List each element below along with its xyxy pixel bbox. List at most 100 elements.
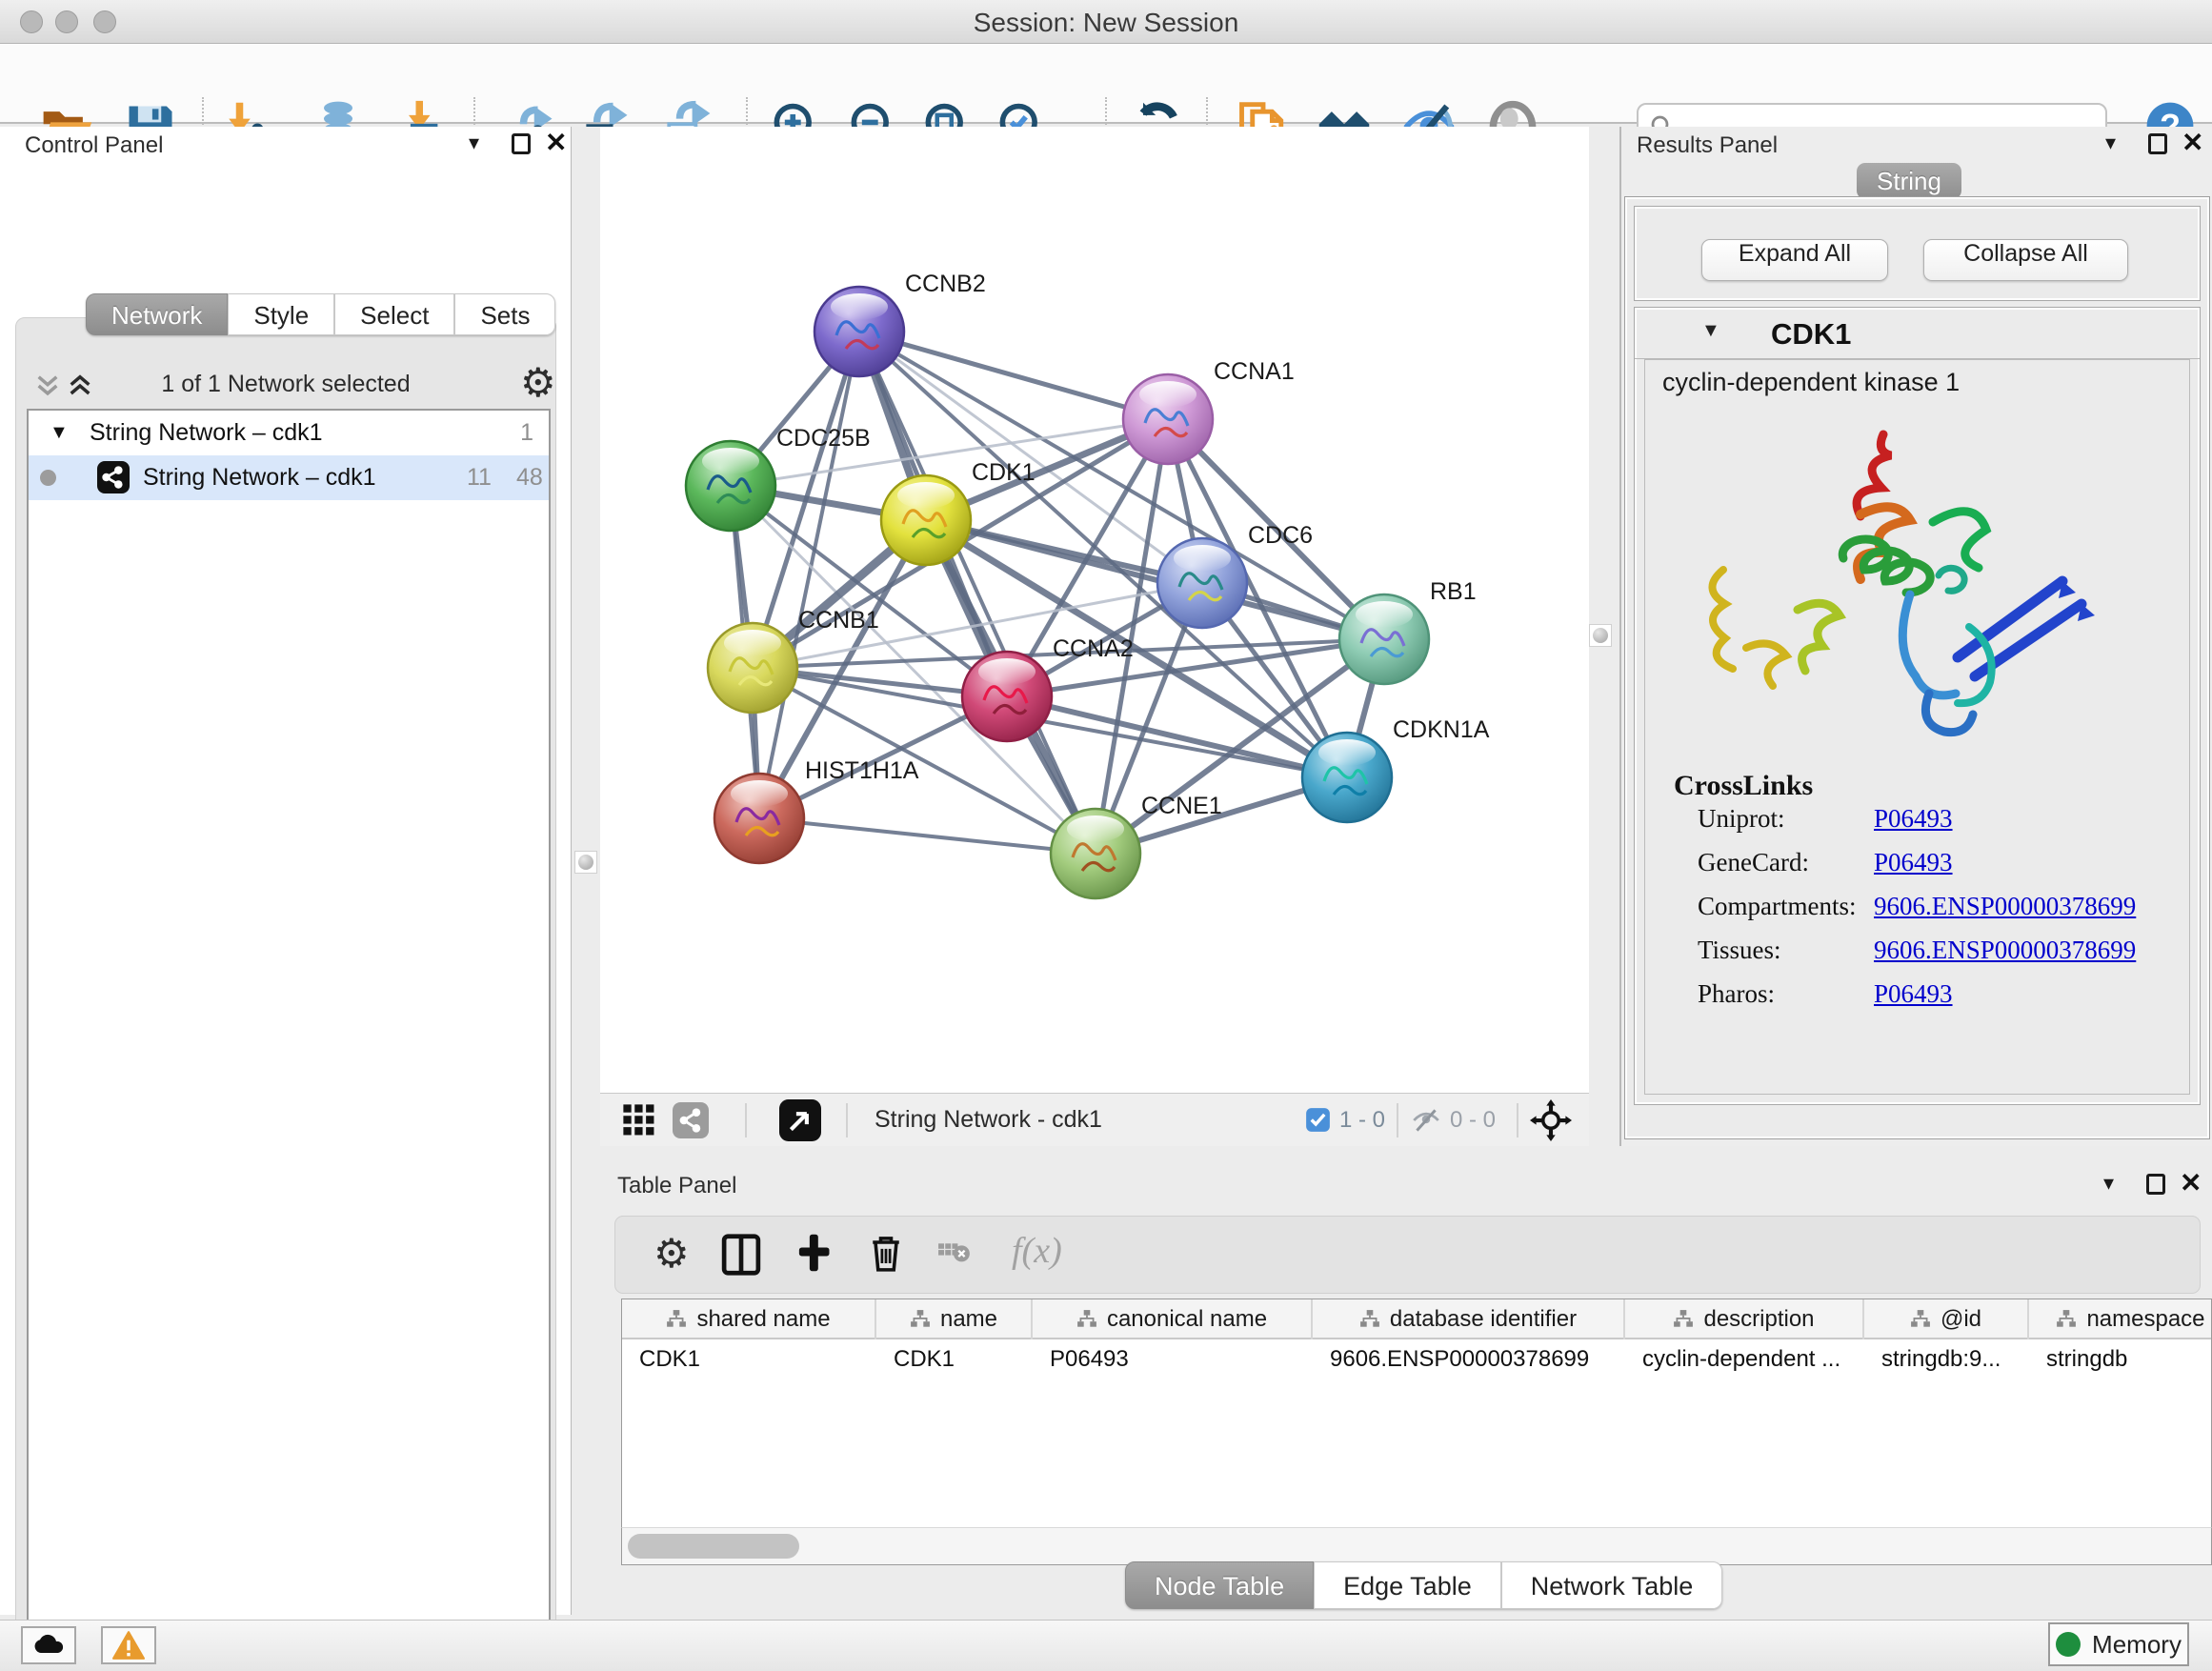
network-node-CCNA1[interactable]: CCNA1 bbox=[1123, 358, 1295, 464]
results-panel-float-icon[interactable] bbox=[2148, 133, 2167, 154]
window-title: Session: New Session bbox=[0, 8, 2212, 38]
memory-label: Memory bbox=[2092, 1630, 2182, 1660]
control-panel-title: Control Panel bbox=[25, 132, 163, 159]
table-cell-namespace[interactable]: stringdb bbox=[2029, 1339, 2212, 1381]
table-type-tabs: Node Table Edge Table Network Table bbox=[1125, 1561, 1722, 1609]
tab-network-table[interactable]: Network Table bbox=[1501, 1561, 1723, 1609]
warning-status-button[interactable] bbox=[101, 1626, 156, 1664]
gene-section: ▼ CDK1 cyclin-dependent kinase 1 bbox=[1634, 307, 2201, 1105]
column-header-database-identifier[interactable]: database identifier bbox=[1313, 1299, 1625, 1339]
cloud-status-button[interactable] bbox=[21, 1626, 76, 1664]
network-node-CDKN1A[interactable]: CDKN1A bbox=[1302, 716, 1490, 822]
table-cell-description[interactable]: cyclin-dependent ... bbox=[1625, 1339, 1864, 1381]
control-panel-float-icon[interactable] bbox=[512, 133, 531, 154]
table-row[interactable]: CDK1CDK1P064939606.ENSP00000378699cyclin… bbox=[622, 1339, 2211, 1381]
network-node-HIST1H1A[interactable]: HIST1H1A bbox=[714, 757, 919, 863]
control-panel-menu-icon[interactable]: ▾ bbox=[469, 131, 479, 155]
gene-section-header[interactable]: ▼ CDK1 bbox=[1635, 308, 2200, 359]
tab-style[interactable]: Style bbox=[228, 293, 334, 335]
right-splitter-collapse-handle[interactable] bbox=[1589, 624, 1612, 647]
attribute-icon bbox=[666, 1309, 687, 1330]
gear-icon[interactable]: ⚙ bbox=[520, 363, 556, 403]
network-node-RB1[interactable]: RB1 bbox=[1339, 578, 1477, 684]
crosslink-row-compartments: Compartments: 9606.ENSP00000378699 bbox=[1645, 892, 2189, 936]
left-splitter-collapse-handle[interactable] bbox=[574, 851, 597, 874]
table-cell-database-identifier[interactable]: 9606.ENSP00000378699 bbox=[1313, 1339, 1625, 1381]
show-columns-icon[interactable] bbox=[720, 1234, 762, 1280]
network-status-dot-icon bbox=[40, 470, 56, 486]
netbar-separator bbox=[846, 1103, 848, 1137]
network-canvas[interactable]: CCNB2CCNA1CDC25BCDK1CDC6RB1CCNB1CCNA2CDK… bbox=[600, 127, 1589, 1093]
add-column-icon[interactable] bbox=[793, 1232, 835, 1278]
left-splitter[interactable] bbox=[572, 127, 600, 1615]
column-header-shared-name[interactable]: shared name bbox=[622, 1299, 876, 1339]
network-edge-CCNB2-HIST1H1A[interactable] bbox=[759, 332, 859, 818]
table-cell-canonical-name[interactable]: P06493 bbox=[1033, 1339, 1313, 1381]
function-builder-icon[interactable]: f(x) bbox=[1012, 1230, 1062, 1272]
clear-table-icon[interactable] bbox=[937, 1241, 972, 1275]
network-collection-row[interactable]: ▼ String Network – cdk1 1 bbox=[29, 411, 549, 455]
network-graph[interactable]: CCNB2CCNA1CDC25BCDK1CDC6RB1CCNB1CCNA2CDK… bbox=[600, 127, 1589, 1093]
table-panel-float-icon[interactable] bbox=[2146, 1174, 2165, 1195]
column-header-name[interactable]: name bbox=[876, 1299, 1033, 1339]
crosslink-link[interactable]: 9606.ENSP00000378699 bbox=[1874, 892, 2136, 921]
column-header-description[interactable]: description bbox=[1625, 1299, 1864, 1339]
column-header-canonical-name[interactable]: canonical name bbox=[1033, 1299, 1313, 1339]
birds-eye-view-icon[interactable] bbox=[779, 1099, 821, 1146]
network-view-share-icon[interactable] bbox=[673, 1102, 709, 1143]
selected-count: 1 - 0 bbox=[1339, 1107, 1385, 1134]
tab-string[interactable]: String bbox=[1857, 163, 1961, 199]
attribute-icon bbox=[1359, 1309, 1380, 1330]
tab-node-table[interactable]: Node Table bbox=[1125, 1561, 1314, 1609]
crosslink-link[interactable]: P06493 bbox=[1874, 848, 1953, 877]
crosslink-label: Uniprot: bbox=[1698, 804, 1785, 834]
memory-button[interactable]: Memory bbox=[2048, 1622, 2189, 1666]
table-cell--id[interactable]: stringdb:9... bbox=[1864, 1339, 2029, 1381]
delete-column-icon[interactable] bbox=[865, 1232, 907, 1278]
node-label-CDK1: CDK1 bbox=[972, 459, 1036, 486]
tree-expanded-icon[interactable]: ▼ bbox=[50, 422, 69, 444]
gene-collapse-icon[interactable]: ▼ bbox=[1701, 320, 1720, 342]
network-edge-HIST1H1A-CCNE1[interactable] bbox=[759, 818, 1096, 854]
table-gear-icon[interactable]: ⚙ bbox=[654, 1234, 690, 1274]
node-label-CCNB1: CCNB1 bbox=[798, 607, 879, 634]
crosslink-label: GeneCard: bbox=[1698, 848, 1809, 877]
pan-crosshair-icon[interactable] bbox=[1530, 1099, 1572, 1146]
crosslink-label: Compartments: bbox=[1698, 892, 1856, 921]
tab-edge-table[interactable]: Edge Table bbox=[1314, 1561, 1501, 1609]
title-bar: Session: New Session bbox=[0, 0, 2212, 44]
crosslink-label: Pharos: bbox=[1698, 979, 1775, 1009]
column-header-namespace[interactable]: namespace bbox=[2029, 1299, 2212, 1339]
crosslink-row-pharos: Pharos: P06493 bbox=[1645, 979, 2189, 1023]
results-panel-menu-icon[interactable]: ▾ bbox=[2105, 131, 2116, 155]
tab-select[interactable]: Select bbox=[334, 293, 454, 335]
results-panel-close-icon[interactable]: ✕ bbox=[2182, 127, 2203, 158]
selected-checkbox-icon[interactable] bbox=[1305, 1107, 1331, 1137]
hidden-eye-slash-icon[interactable] bbox=[1410, 1104, 1442, 1141]
expand-all-button[interactable]: Expand All bbox=[1701, 239, 1888, 281]
table-horizontal-scrollbar[interactable] bbox=[621, 1527, 2212, 1565]
netbar-separator bbox=[745, 1103, 747, 1137]
column-header--id[interactable]: @id bbox=[1864, 1299, 2029, 1339]
table-panel-menu-icon[interactable]: ▾ bbox=[2103, 1171, 2114, 1196]
attribute-icon bbox=[2056, 1309, 2077, 1330]
network-node-CCNB1[interactable]: CCNB1 bbox=[708, 607, 879, 713]
main-toolbar: ? bbox=[0, 44, 2212, 124]
protein-structure-image bbox=[1683, 408, 2131, 770]
grid-view-icon[interactable] bbox=[621, 1102, 657, 1143]
table-cell-name[interactable]: CDK1 bbox=[876, 1339, 1033, 1381]
control-panel-close-icon[interactable]: ✕ bbox=[545, 127, 567, 158]
tab-network[interactable]: Network bbox=[86, 293, 228, 335]
node-label-CDC25B: CDC25B bbox=[776, 425, 871, 452]
crosslink-link[interactable]: P06493 bbox=[1874, 804, 1953, 834]
network-row-selected[interactable]: String Network – cdk1 11 48 bbox=[29, 455, 549, 500]
collapse-all-button[interactable]: Collapse All bbox=[1923, 239, 2128, 281]
crosslink-link[interactable]: 9606.ENSP00000378699 bbox=[1874, 936, 2136, 965]
table-cell-shared-name[interactable]: CDK1 bbox=[622, 1339, 876, 1381]
scrollbar-thumb[interactable] bbox=[628, 1534, 799, 1559]
crosslink-link[interactable]: P06493 bbox=[1874, 979, 1953, 1009]
tab-sets[interactable]: Sets bbox=[454, 293, 555, 335]
table-panel-close-icon[interactable]: ✕ bbox=[2180, 1167, 2202, 1198]
crosslink-row-tissues: Tissues:9606.ENSP00000378699 bbox=[1645, 936, 2189, 979]
gene-name: CDK1 bbox=[1771, 317, 1851, 352]
